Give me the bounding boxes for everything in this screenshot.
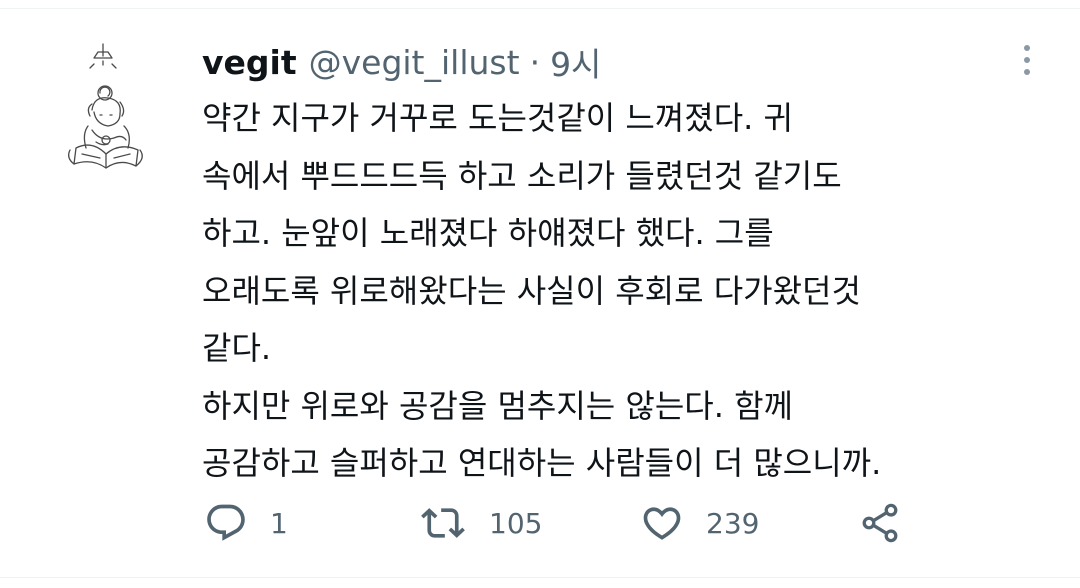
- tweet-text-line: 하지만 위로와 공감을 멈추지는 않는다. 함께: [202, 386, 793, 425]
- retweet-icon: [421, 508, 465, 538]
- bottom-divider: [0, 577, 1080, 578]
- tweet-text-line: 같다.: [202, 329, 272, 367]
- retweet-button[interactable]: 105: [419, 498, 542, 548]
- share-button[interactable]: [858, 498, 902, 548]
- tweet-text-line: 오래도록 위로해왔다는 사실이 후회로 다가왔던것: [202, 271, 861, 310]
- like-button[interactable]: 239: [640, 498, 759, 548]
- share-icon: [862, 503, 898, 543]
- more-options-button[interactable]: [1010, 38, 1044, 82]
- tweet-text-line: 속에서 뿌드드드득 하고 소리가 들렸던것 같기도: [202, 156, 842, 195]
- tweet-text-line: 공감하고 슬퍼하고 연대하는 사람들이 더 많으니까.: [202, 444, 882, 482]
- top-divider: [0, 8, 1080, 9]
- like-count: 239: [706, 506, 760, 540]
- tweet-text-line: 하고. 눈앞이 노래졌다 하얘졌다 했다. 그를: [202, 214, 774, 252]
- separator-dot: ·: [529, 42, 541, 82]
- display-name[interactable]: vegit: [202, 43, 297, 82]
- more-dot-icon: [1024, 45, 1030, 51]
- heart-icon: [643, 507, 681, 540]
- reply-icon: [207, 504, 245, 541]
- timestamp[interactable]: 9시: [550, 38, 601, 86]
- reply-button[interactable]: 1: [204, 498, 288, 548]
- retweet-count: 105: [489, 506, 543, 540]
- tweet-text-line: 약간 지구가 거꾸로 도는것같이 느껴졌다. 귀: [202, 99, 793, 137]
- action-bar: 1 105 239: [0, 498, 1080, 548]
- user-handle[interactable]: @vegit_illust: [309, 43, 520, 82]
- avatar[interactable]: [30, 30, 180, 180]
- more-dot-icon: [1024, 57, 1030, 63]
- more-dot-icon: [1024, 69, 1030, 75]
- tweet-text: 약간 지구가 거꾸로 도는것같이 느껴졌다. 귀 속에서 뿌드드드득 하고 소리…: [202, 90, 1062, 493]
- tweet-header: vegit @vegit_illust · 9시: [202, 38, 601, 86]
- reply-count: 1: [270, 506, 288, 540]
- avatar-illustration: [68, 43, 143, 169]
